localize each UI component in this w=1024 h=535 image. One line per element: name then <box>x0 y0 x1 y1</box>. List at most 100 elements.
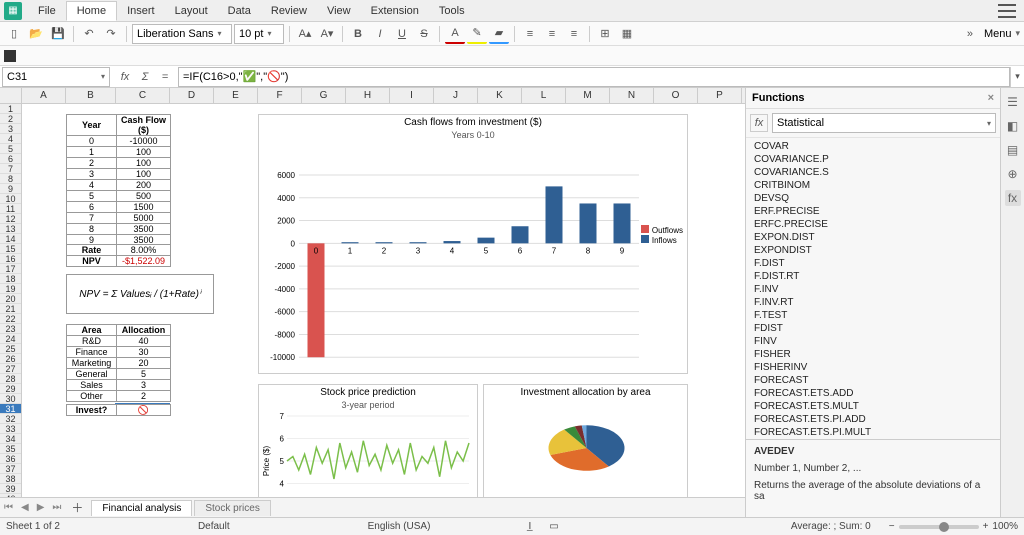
function-f.inv[interactable]: F.INV <box>746 283 1000 296</box>
function-fisher[interactable]: FISHER <box>746 348 1000 361</box>
add-sheet-button[interactable]: ＋ <box>65 499 89 516</box>
row-25[interactable]: 25 <box>0 344 21 354</box>
row-3[interactable]: 3 <box>0 124 21 134</box>
zoom-in-icon[interactable]: + <box>983 521 989 532</box>
row-26[interactable]: 26 <box>0 354 21 364</box>
tab-last-icon[interactable]: ⏭ <box>48 502 65 513</box>
row-10[interactable]: 10 <box>0 194 21 204</box>
col-H[interactable]: H <box>346 88 390 103</box>
col-D[interactable]: D <box>170 88 214 103</box>
function-f.dist.rt[interactable]: F.DIST.RT <box>746 270 1000 283</box>
tab-next-icon[interactable]: ▶ <box>33 502 49 513</box>
row-5[interactable]: 5 <box>0 144 21 154</box>
row-32[interactable]: 32 <box>0 414 21 424</box>
row-40[interactable]: 40 <box>0 494 21 497</box>
tab-prev-icon[interactable]: ◀ <box>17 502 33 513</box>
styles-icon[interactable]: ◧ <box>1005 118 1021 134</box>
italic-icon[interactable]: I <box>370 24 390 44</box>
zoom-out-icon[interactable]: − <box>889 521 895 532</box>
zoom-slider[interactable] <box>899 525 979 529</box>
close-pane-icon[interactable]: × <box>988 92 994 104</box>
fx-wizard-icon[interactable]: fx <box>116 68 134 86</box>
insert-mode-icon[interactable]: I̲ <box>528 521 531 532</box>
col-C[interactable]: C <box>116 88 170 103</box>
properties-icon[interactable]: ☰ <box>1005 94 1021 110</box>
function-expondist[interactable]: EXPONDIST <box>746 244 1000 257</box>
hamburger-icon[interactable] <box>998 4 1016 18</box>
open-icon[interactable]: 📂 <box>26 24 46 44</box>
save-icon[interactable]: 💾 <box>48 24 68 44</box>
row-33[interactable]: 33 <box>0 424 21 434</box>
fx-icon[interactable]: fx <box>750 114 768 132</box>
new-icon[interactable]: ▯ <box>4 24 24 44</box>
col-M[interactable]: M <box>566 88 610 103</box>
font-name-combo[interactable]: Liberation Sans▾ <box>132 24 232 44</box>
row-14[interactable]: 14 <box>0 234 21 244</box>
row-17[interactable]: 17 <box>0 264 21 274</box>
row-4[interactable]: 4 <box>0 134 21 144</box>
sum-icon[interactable]: Σ <box>136 68 154 86</box>
underline-icon[interactable]: U <box>392 24 412 44</box>
function-category-combo[interactable]: Statistical▾ <box>772 113 996 133</box>
col-L[interactable]: L <box>522 88 566 103</box>
menu-file[interactable]: File <box>28 2 66 20</box>
sheet-tab-0[interactable]: Financial analysis <box>91 500 192 516</box>
col-A[interactable]: A <box>22 88 66 103</box>
col-B[interactable]: B <box>66 88 116 103</box>
undo-icon[interactable]: ↶ <box>79 24 99 44</box>
col-K[interactable]: K <box>478 88 522 103</box>
row-9[interactable]: 9 <box>0 184 21 194</box>
row-11[interactable]: 11 <box>0 204 21 214</box>
row-19[interactable]: 19 <box>0 284 21 294</box>
row-20[interactable]: 20 <box>0 294 21 304</box>
bold-icon[interactable]: B <box>348 24 368 44</box>
col-I[interactable]: I <box>390 88 434 103</box>
align-right-icon[interactable]: ≡ <box>564 24 584 44</box>
row-2[interactable]: 2 <box>0 114 21 124</box>
selection-mode-icon[interactable]: ▭ <box>549 521 558 532</box>
size-down-icon[interactable]: A▾ <box>317 24 337 44</box>
row-39[interactable]: 39 <box>0 484 21 494</box>
menu-home[interactable]: Home <box>66 1 117 21</box>
function-erfc.precise[interactable]: ERFC.PRECISE <box>746 218 1000 231</box>
merge-icon[interactable]: ⊞ <box>595 24 615 44</box>
row-36[interactable]: 36 <box>0 454 21 464</box>
col-J[interactable]: J <box>434 88 478 103</box>
size-up-icon[interactable]: A▴ <box>295 24 315 44</box>
font-color-icon[interactable]: A <box>445 24 465 44</box>
menu-insert[interactable]: Insert <box>117 2 165 20</box>
function-critbinom[interactable]: CRITBINOM <box>746 179 1000 192</box>
col-F[interactable]: F <box>258 88 302 103</box>
function-finv[interactable]: FINV <box>746 335 1000 348</box>
strike-icon[interactable]: S <box>414 24 434 44</box>
expand-icon[interactable]: » <box>960 24 980 44</box>
formula-expand-icon[interactable]: ▾ <box>1010 67 1024 87</box>
function-forecast.ets.mult[interactable]: FORECAST.ETS.MULT <box>746 400 1000 413</box>
row-37[interactable]: 37 <box>0 464 21 474</box>
function-covar[interactable]: COVAR <box>746 140 1000 153</box>
row-headers[interactable]: 1234567891011121314151617181920212223242… <box>0 104 22 497</box>
col-G[interactable]: G <box>302 88 346 103</box>
name-box[interactable]: C31▾ <box>2 67 110 87</box>
function-fisherinv[interactable]: FISHERINV <box>746 361 1000 374</box>
row-34[interactable]: 34 <box>0 434 21 444</box>
column-headers[interactable]: ABCDEFGHIJKLMNOP <box>0 88 745 104</box>
functions-sidebar-icon[interactable]: fx <box>1005 190 1021 206</box>
formula-input[interactable]: =IF(C16>0,"✅","🚫") <box>178 67 1010 87</box>
menu-view[interactable]: View <box>317 2 361 20</box>
menu-extension[interactable]: Extension <box>361 2 429 20</box>
function-expon.dist[interactable]: EXPON.DIST <box>746 231 1000 244</box>
sheet-tab-1[interactable]: Stock prices <box>194 500 270 516</box>
row-21[interactable]: 21 <box>0 304 21 314</box>
row-8[interactable]: 8 <box>0 174 21 184</box>
row-7[interactable]: 7 <box>0 164 21 174</box>
menu-review[interactable]: Review <box>261 2 317 20</box>
font-size-combo[interactable]: 10 pt▾ <box>234 24 284 44</box>
row-16[interactable]: 16 <box>0 254 21 264</box>
function-fdist[interactable]: FDIST <box>746 322 1000 335</box>
col-E[interactable]: E <box>214 88 258 103</box>
row-13[interactable]: 13 <box>0 224 21 234</box>
row-22[interactable]: 22 <box>0 314 21 324</box>
function-f.test[interactable]: F.TEST <box>746 309 1000 322</box>
menu-label[interactable]: Menu <box>984 28 1012 40</box>
